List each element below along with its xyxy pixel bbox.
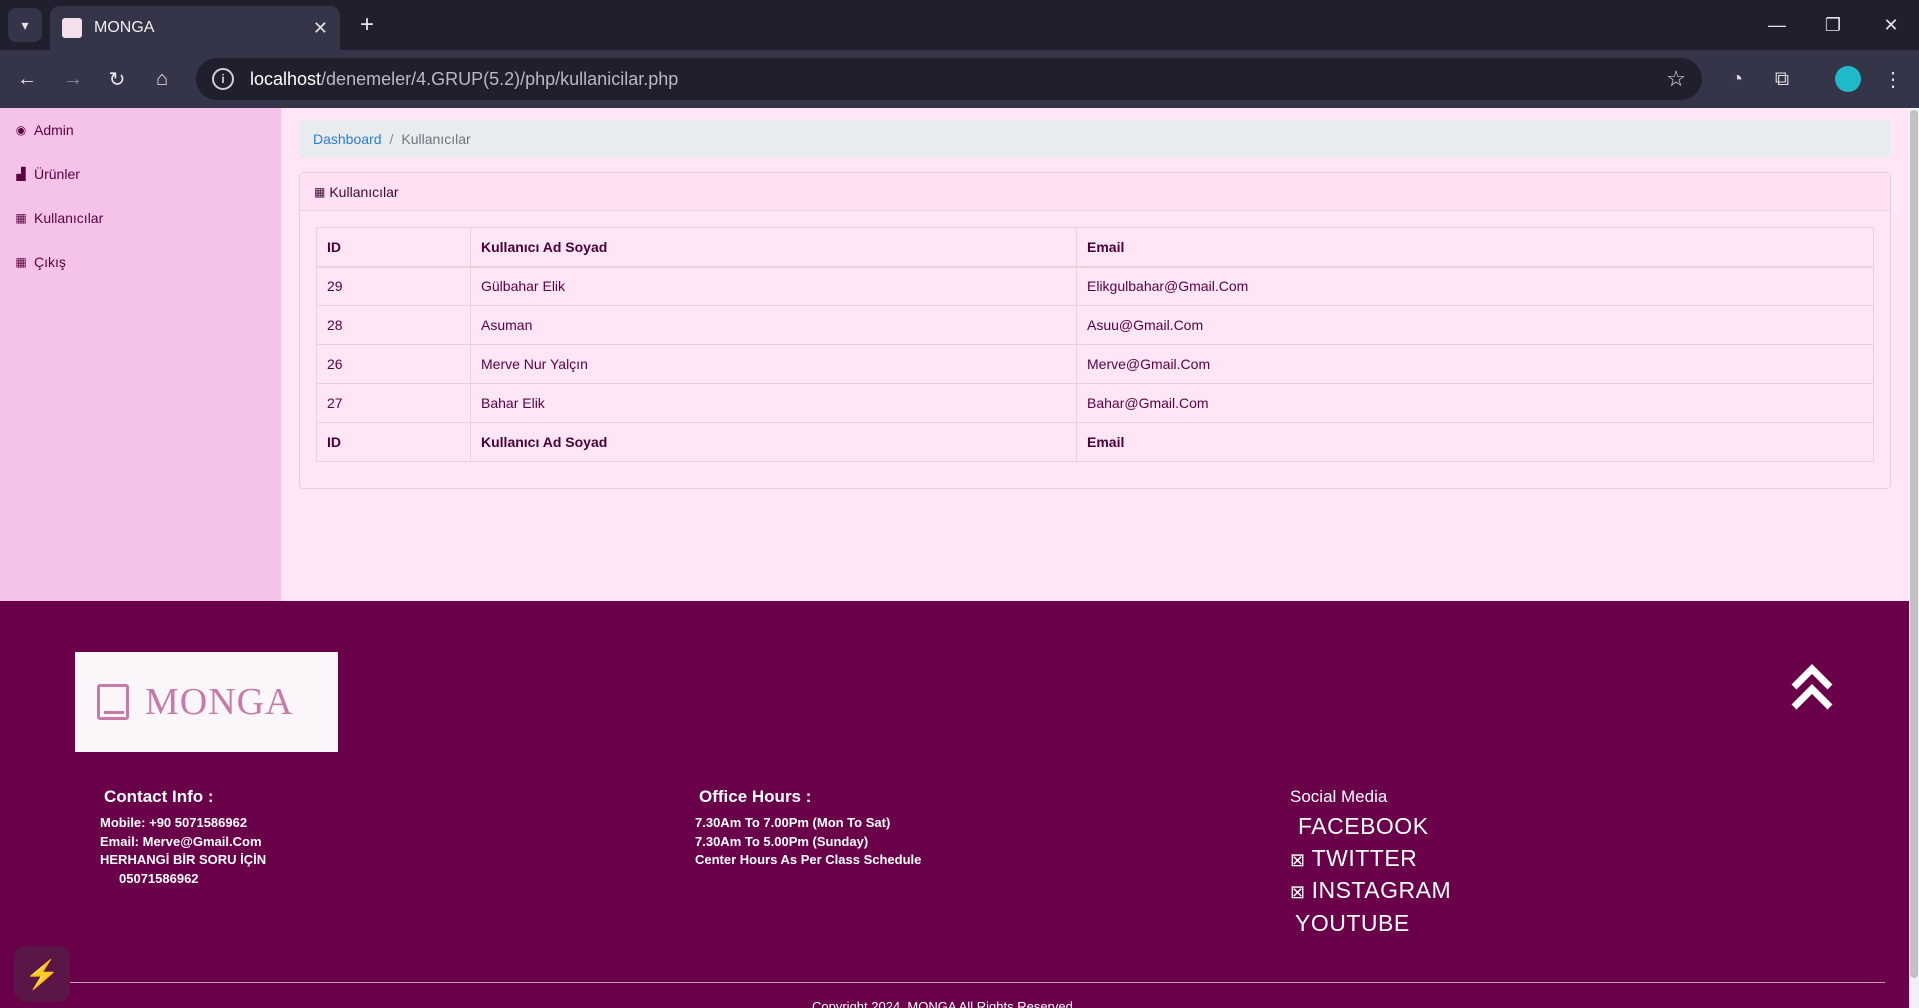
users-card: ▦ Kullanıcılar ID Kullanıcı Ad Soyad Ema…	[299, 172, 1891, 489]
browser-toolbar: ← → ↻ ⌂ i localhost/denemeler/4.GRUP(5.2…	[0, 50, 1919, 108]
dashboard-icon: ◉	[15, 123, 27, 137]
table-row: 28 Asuman Asuu@Gmail.Com	[316, 305, 1874, 345]
cell-name: Merve Nur Yalçın	[470, 344, 1077, 384]
sidebar-item-label: Kullanıcılar	[34, 210, 104, 226]
contact-phone: 05071586962	[119, 871, 199, 886]
office-line-1: 7.30Am To 7.00Pm (Mon To Sat)	[695, 815, 891, 830]
cell-name: Asuman	[470, 305, 1077, 345]
contact-question: HERHANGİ BİR SORU İÇİN	[100, 852, 267, 867]
book-icon	[97, 684, 129, 720]
cell-email: Asuu@Gmail.Com	[1076, 305, 1874, 345]
users-table: ID Kullanıcı Ad Soyad Email 29 Gülbahar …	[316, 227, 1874, 462]
sidebar-item-label: Çıkış	[34, 254, 66, 270]
extension-timer-icon[interactable]: ◔	[1722, 64, 1752, 94]
tab-title: MONGA	[94, 19, 155, 36]
breadcrumb-separator: /	[389, 131, 394, 147]
browser-titlebar: ▾ MONGA ✕ + — ❐ ✕	[0, 0, 1919, 50]
column-footer-email: Email	[1076, 422, 1874, 462]
copyright-text: Copyright 2024. MONGA All Rights Reserve…	[812, 999, 1073, 1008]
reload-icon[interactable]: ↻	[102, 64, 132, 94]
home-icon[interactable]: ⌂	[147, 64, 177, 94]
cell-email: Bahar@Gmail.Com	[1076, 383, 1874, 423]
cell-id: 26	[316, 344, 471, 384]
cell-email: Merve@Gmail.Com	[1076, 344, 1874, 384]
cell-id: 27	[316, 383, 471, 423]
scrollbar-thumb[interactable]	[1910, 110, 1918, 978]
twitter-icon: ⊠	[1290, 850, 1306, 870]
cell-name: Bahar Elik	[470, 383, 1077, 423]
sidebar: ◉ Admin ▟ Ürünler ▦ Kullanıcılar ▦ Çıkış	[0, 108, 281, 601]
site-footer: MONGA Contact Info : Mobile: +90 5071586…	[0, 601, 1909, 1008]
social-title: Social Media	[1290, 787, 1388, 806]
card-header: ▦ Kullanıcılar	[300, 173, 1890, 211]
cell-id: 28	[316, 305, 471, 345]
tab-close-icon[interactable]: ✕	[313, 18, 328, 39]
table-icon: ▦	[314, 184, 326, 199]
column-footer-name: Kullanıcı Ad Soyad	[470, 422, 1077, 462]
browser-tab[interactable]: MONGA ✕	[50, 6, 340, 50]
browser-menu-icon[interactable]: ⋮	[1878, 64, 1908, 94]
sidebar-item-label: Ürünler	[34, 166, 80, 182]
youtube-link[interactable]: YOUTUBE	[1295, 910, 1410, 937]
footer-divider	[25, 982, 1885, 983]
table-header-row: ID Kullanıcı Ad Soyad Email	[316, 227, 1874, 268]
sidebar-item-cikis[interactable]: ▦ Çıkış	[0, 240, 281, 284]
sidebar-item-label: Admin	[34, 122, 74, 138]
table-footer-row: ID Kullanıcı Ad Soyad Email	[316, 422, 1874, 462]
sidebar-item-admin[interactable]: ◉ Admin	[0, 108, 281, 152]
tab-search-chevron-icon[interactable]: ▾	[8, 8, 42, 42]
url-text[interactable]: localhost/denemeler/4.GRUP(5.2)/php/kull…	[250, 69, 1666, 90]
office-title: Office Hours :	[699, 787, 812, 806]
office-line-2: 7.30Am To 5.00Pm (Sunday)	[695, 834, 869, 849]
table-row: 26 Merve Nur Yalçın Merve@Gmail.Com	[316, 344, 1874, 384]
extensions-puzzle-icon[interactable]: ⧉	[1767, 64, 1797, 94]
profile-avatar[interactable]	[1835, 66, 1861, 92]
minimize-icon[interactable]: —	[1762, 10, 1792, 40]
table-row: 27 Bahar Elik Bahar@Gmail.Com	[316, 383, 1874, 423]
forward-arrow-icon[interactable]: →	[58, 64, 88, 94]
contact-mobile: Mobile: +90 5071586962	[100, 815, 248, 830]
restore-icon[interactable]: ❐	[1818, 10, 1848, 40]
column-header-name[interactable]: Kullanıcı Ad Soyad	[470, 227, 1077, 268]
contact-email: Email: Merve@Gmail.Com	[100, 834, 262, 849]
close-window-icon[interactable]: ✕	[1876, 10, 1906, 40]
breadcrumb-current: Kullanıcılar	[401, 131, 471, 147]
sidebar-item-urunler[interactable]: ▟ Ürünler	[0, 152, 281, 196]
floating-widget-icon[interactable]: ⚡	[14, 946, 70, 1002]
page-scrollbar[interactable]	[1909, 108, 1919, 1008]
back-arrow-icon[interactable]: ←	[12, 64, 42, 94]
sidebar-item-kullanicilar[interactable]: ▦ Kullanıcılar	[0, 196, 281, 240]
cell-email: Elikgulbahar@Gmail.Com	[1076, 266, 1874, 306]
table-row: 29 Gülbahar Elik Elikgulbahar@Gmail.Com	[316, 266, 1874, 306]
facebook-link[interactable]: FACEBOOK	[1298, 813, 1429, 840]
footer-logo[interactable]: MONGA	[75, 652, 338, 752]
breadcrumb: Dashboard / Kullanıcılar	[299, 120, 1891, 158]
bookmark-star-icon[interactable]: ☆	[1666, 66, 1686, 92]
card-title: Kullanıcılar	[329, 183, 399, 200]
breadcrumb-dashboard-link[interactable]: Dashboard	[313, 131, 382, 147]
instagram-link[interactable]: ⊠ INSTAGRAM	[1290, 877, 1451, 904]
site-info-icon[interactable]: i	[212, 68, 234, 90]
main-content: Dashboard / Kullanıcılar ▦ Kullanıcılar …	[281, 108, 1909, 601]
office-line-3: Center Hours As Per Class Schedule	[695, 852, 922, 867]
column-header-email[interactable]: Email	[1076, 227, 1874, 268]
logo-text: MONGA	[145, 681, 294, 723]
cell-id: 29	[316, 266, 471, 306]
twitter-link[interactable]: ⊠ TWITTER	[1290, 845, 1417, 872]
instagram-icon: ⊠	[1290, 882, 1306, 902]
contact-title: Contact Info :	[104, 787, 214, 806]
table-icon: ▦	[15, 255, 27, 269]
favicon-icon	[62, 18, 82, 38]
cell-name: Gülbahar Elik	[470, 266, 1077, 306]
column-footer-id: ID	[316, 422, 471, 462]
address-bar[interactable]: i localhost/denemeler/4.GRUP(5.2)/php/ku…	[196, 58, 1702, 100]
scroll-to-top-icon[interactable]	[1790, 663, 1834, 711]
column-header-id[interactable]: ID	[316, 227, 471, 268]
chart-icon: ▟	[16, 167, 26, 181]
table-icon: ▦	[15, 211, 27, 225]
new-tab-plus-icon[interactable]: +	[352, 10, 382, 40]
